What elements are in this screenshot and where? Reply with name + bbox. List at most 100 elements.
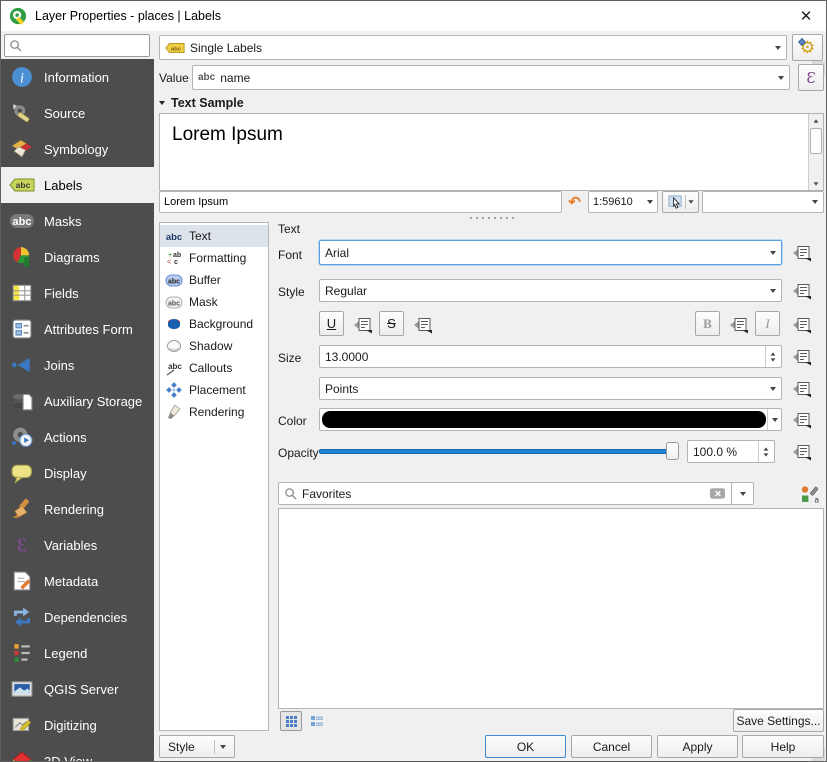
text-styles-list[interactable] bbox=[278, 508, 824, 709]
attributes-form-icon bbox=[9, 317, 35, 341]
tab-placement[interactable]: Placement bbox=[160, 379, 268, 401]
sidebar-item-auxiliary-storage[interactable]: Auxiliary Storage bbox=[1, 383, 154, 419]
map-settings-button[interactable] bbox=[662, 191, 699, 213]
buffer-tab-icon: abc bbox=[164, 271, 184, 289]
scroll-down-arrow[interactable] bbox=[809, 177, 823, 190]
style-manager-button[interactable]: a bbox=[798, 483, 820, 505]
sidebar-item-legend[interactable]: Legend bbox=[1, 635, 154, 671]
sidebar-item-dependencies[interactable]: Dependencies bbox=[1, 599, 154, 635]
color-button[interactable] bbox=[319, 408, 782, 431]
sidebar-item-actions[interactable]: Actions bbox=[1, 419, 154, 455]
strikethrough-button[interactable]: S bbox=[379, 311, 404, 336]
favorites-dropdown-button[interactable] bbox=[731, 482, 754, 505]
automated-placement-settings-button[interactable]: ⚙ bbox=[792, 34, 823, 61]
bold-override-button[interactable] bbox=[727, 315, 751, 335]
bold-button[interactable]: B bbox=[695, 311, 720, 336]
italic-button[interactable]: I bbox=[755, 311, 780, 336]
sidebar-item-label: Actions bbox=[44, 430, 87, 445]
close-icon[interactable]: ✕ bbox=[790, 1, 822, 31]
favorites-filter-value: Favorites bbox=[302, 487, 704, 501]
tab-callouts[interactable]: abc Callouts bbox=[160, 357, 268, 379]
tab-buffer[interactable]: abc Buffer bbox=[160, 269, 268, 291]
tab-background[interactable]: Background bbox=[160, 313, 268, 335]
font-select[interactable]: Arial bbox=[319, 240, 782, 265]
auxiliary-storage-icon bbox=[9, 389, 35, 413]
scroll-thumb[interactable] bbox=[810, 128, 822, 154]
size-spin-buttons[interactable] bbox=[765, 346, 776, 367]
sidebar-item-qgis-server[interactable]: QGIS Server bbox=[1, 671, 154, 707]
sidebar-item-metadata[interactable]: Metadata bbox=[1, 563, 154, 599]
tab-shadow[interactable]: Shadow bbox=[160, 335, 268, 357]
opacity-spin-buttons[interactable] bbox=[758, 441, 769, 462]
sidebar-item-masks[interactable]: abc Masks bbox=[1, 203, 154, 239]
font-override-button[interactable] bbox=[790, 243, 814, 263]
units-override-button[interactable] bbox=[790, 379, 814, 399]
underline-button[interactable]: U bbox=[319, 311, 344, 336]
color-label: Color bbox=[278, 414, 307, 428]
tab-mask[interactable]: abc Mask bbox=[160, 291, 268, 313]
value-field-value: name bbox=[220, 71, 773, 85]
color-dropdown-arrow[interactable] bbox=[767, 409, 781, 430]
apply-button[interactable]: Apply bbox=[657, 735, 738, 758]
sample-text-input[interactable] bbox=[159, 191, 562, 213]
sidebar-item-label: Information bbox=[44, 70, 109, 85]
strikethrough-override-button[interactable] bbox=[411, 315, 435, 335]
list-view-button[interactable] bbox=[306, 711, 328, 731]
options-search-input[interactable] bbox=[4, 34, 150, 57]
reset-sample-button[interactable]: ↶ bbox=[564, 191, 585, 213]
sidebar-item-symbology[interactable]: Symbology bbox=[1, 131, 154, 167]
labeling-mode-select[interactable]: abc Single Labels bbox=[159, 35, 787, 60]
preview-background-select[interactable] bbox=[702, 191, 824, 213]
size-units-select[interactable]: Points bbox=[319, 377, 782, 400]
style-menu-button[interactable]: Style bbox=[159, 735, 235, 758]
tab-formatting[interactable]: +ab<c Formatting bbox=[160, 247, 268, 269]
sidebar-item-diagrams[interactable]: Diagrams bbox=[1, 239, 154, 275]
sidebar-item-fields[interactable]: Fields bbox=[1, 275, 154, 311]
panel-section-title: Text bbox=[278, 222, 300, 236]
preview-scale-select[interactable]: 1:59610 bbox=[588, 191, 658, 213]
color-override-button[interactable] bbox=[790, 410, 814, 430]
ok-button[interactable]: OK bbox=[485, 735, 566, 758]
tab-rendering[interactable]: Rendering bbox=[160, 401, 268, 423]
sidebar-item-source[interactable]: Source bbox=[1, 95, 154, 131]
sidebar-item-information[interactable]: i Information bbox=[1, 59, 154, 95]
text-sample-preview-text: Lorem Ipsum bbox=[160, 114, 823, 156]
tab-text[interactable]: abc Text bbox=[160, 225, 268, 247]
sidebar-item-labels[interactable]: abc Labels bbox=[1, 167, 154, 203]
opacity-slider-handle[interactable] bbox=[666, 442, 679, 460]
sidebar-item-label: Source bbox=[44, 106, 85, 121]
style-override-button[interactable] bbox=[790, 281, 814, 301]
preview-scrollbar[interactable] bbox=[808, 114, 823, 190]
style-label: Style bbox=[278, 285, 305, 299]
sidebar-item-joins[interactable]: Joins bbox=[1, 347, 154, 383]
sidebar-item-display[interactable]: Display bbox=[1, 455, 154, 491]
opacity-slider[interactable] bbox=[319, 442, 679, 460]
splitter-handle[interactable] bbox=[468, 216, 516, 220]
sidebar-item-rendering[interactable]: Rendering bbox=[1, 491, 154, 527]
help-button[interactable]: Help bbox=[742, 735, 824, 758]
sidebar-item-attributes-form[interactable]: Attributes Form bbox=[1, 311, 154, 347]
favorites-filter-input[interactable]: Favorites bbox=[278, 482, 731, 505]
cancel-button[interactable]: Cancel bbox=[571, 735, 652, 758]
size-spinbox[interactable]: 13.0000 bbox=[319, 345, 782, 368]
source-icon bbox=[9, 101, 35, 125]
expression-builder-button[interactable]: Ɛ bbox=[798, 64, 824, 91]
icon-view-button[interactable] bbox=[280, 711, 302, 731]
sidebar-item-variables[interactable]: Ɛ Variables bbox=[1, 527, 154, 563]
sidebar-item-digitizing[interactable]: Digitizing bbox=[1, 707, 154, 743]
size-override-button[interactable] bbox=[790, 347, 814, 367]
opacity-spinbox[interactable]: 100.0 % bbox=[687, 440, 775, 463]
text-sample-header[interactable]: Text Sample bbox=[159, 96, 244, 110]
diagrams-icon bbox=[9, 245, 35, 269]
tab-label: Rendering bbox=[189, 405, 244, 419]
opacity-override-button[interactable] bbox=[790, 442, 814, 462]
value-field-select[interactable]: abc name bbox=[192, 65, 790, 90]
scroll-up-arrow[interactable] bbox=[809, 114, 823, 127]
sidebar-item-3d-view[interactable]: 3D View bbox=[1, 743, 154, 762]
underline-override-button[interactable] bbox=[351, 315, 375, 335]
strikethrough-label: S bbox=[387, 316, 396, 331]
save-settings-button[interactable]: Save Settings... bbox=[733, 709, 824, 732]
italic-override-button[interactable] bbox=[790, 315, 814, 335]
clear-filter-icon[interactable] bbox=[709, 487, 726, 500]
font-style-select[interactable]: Regular bbox=[319, 279, 782, 302]
